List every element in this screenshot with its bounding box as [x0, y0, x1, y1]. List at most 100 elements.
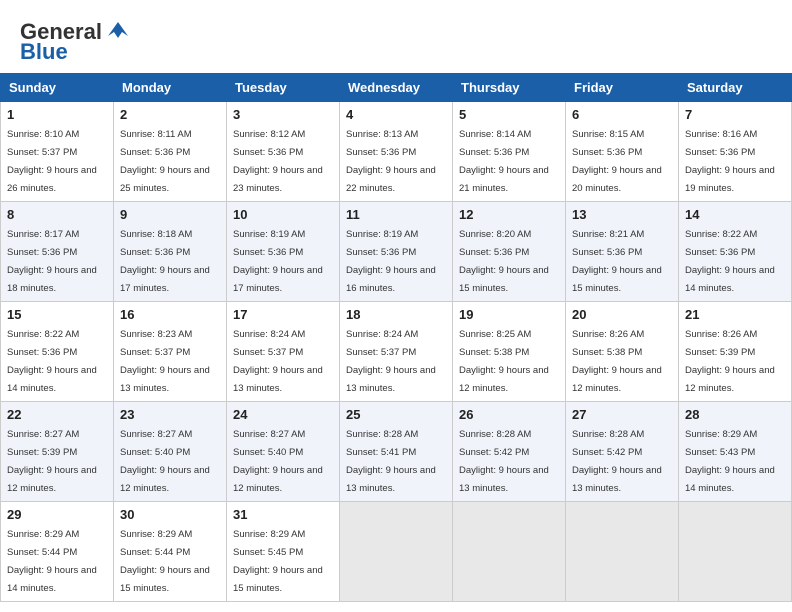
calendar-cell: 8 Sunrise: 8:17 AMSunset: 5:36 PMDayligh…: [1, 202, 114, 302]
logo: General Blue: [20, 18, 132, 65]
day-number: 4: [346, 107, 446, 122]
calendar-header-saturday: Saturday: [679, 74, 792, 102]
calendar-header-sunday: Sunday: [1, 74, 114, 102]
calendar-week-2: 8 Sunrise: 8:17 AMSunset: 5:36 PMDayligh…: [1, 202, 792, 302]
logo-bird-icon: [104, 18, 132, 40]
calendar-cell: 2 Sunrise: 8:11 AMSunset: 5:36 PMDayligh…: [114, 102, 227, 202]
calendar-week-4: 22 Sunrise: 8:27 AMSunset: 5:39 PMDaylig…: [1, 402, 792, 502]
day-info: Sunrise: 8:16 AMSunset: 5:36 PMDaylight:…: [685, 129, 775, 194]
day-info: Sunrise: 8:20 AMSunset: 5:36 PMDaylight:…: [459, 229, 549, 294]
calendar-cell: 1 Sunrise: 8:10 AMSunset: 5:37 PMDayligh…: [1, 102, 114, 202]
day-number: 20: [572, 307, 672, 322]
day-number: 9: [120, 207, 220, 222]
day-number: 31: [233, 507, 333, 522]
day-info: Sunrise: 8:22 AMSunset: 5:36 PMDaylight:…: [7, 329, 97, 394]
calendar-week-5: 29 Sunrise: 8:29 AMSunset: 5:44 PMDaylig…: [1, 502, 792, 602]
calendar-cell: 15 Sunrise: 8:22 AMSunset: 5:36 PMDaylig…: [1, 302, 114, 402]
calendar-cell: 20 Sunrise: 8:26 AMSunset: 5:38 PMDaylig…: [566, 302, 679, 402]
day-info: Sunrise: 8:17 AMSunset: 5:36 PMDaylight:…: [7, 229, 97, 294]
day-number: 7: [685, 107, 785, 122]
calendar-cell: [340, 502, 453, 602]
calendar-cell: 14 Sunrise: 8:22 AMSunset: 5:36 PMDaylig…: [679, 202, 792, 302]
day-info: Sunrise: 8:23 AMSunset: 5:37 PMDaylight:…: [120, 329, 210, 394]
calendar-header-monday: Monday: [114, 74, 227, 102]
day-info: Sunrise: 8:27 AMSunset: 5:39 PMDaylight:…: [7, 429, 97, 494]
calendar-cell: 13 Sunrise: 8:21 AMSunset: 5:36 PMDaylig…: [566, 202, 679, 302]
day-info: Sunrise: 8:19 AMSunset: 5:36 PMDaylight:…: [233, 229, 323, 294]
day-info: Sunrise: 8:12 AMSunset: 5:36 PMDaylight:…: [233, 129, 323, 194]
calendar-table: SundayMondayTuesdayWednesdayThursdayFrid…: [0, 73, 792, 602]
day-info: Sunrise: 8:25 AMSunset: 5:38 PMDaylight:…: [459, 329, 549, 394]
calendar-header-thursday: Thursday: [453, 74, 566, 102]
day-info: Sunrise: 8:28 AMSunset: 5:41 PMDaylight:…: [346, 429, 436, 494]
day-info: Sunrise: 8:28 AMSunset: 5:42 PMDaylight:…: [459, 429, 549, 494]
calendar-cell: 23 Sunrise: 8:27 AMSunset: 5:40 PMDaylig…: [114, 402, 227, 502]
day-number: 10: [233, 207, 333, 222]
calendar-cell: 6 Sunrise: 8:15 AMSunset: 5:36 PMDayligh…: [566, 102, 679, 202]
day-number: 2: [120, 107, 220, 122]
day-number: 22: [7, 407, 107, 422]
day-info: Sunrise: 8:21 AMSunset: 5:36 PMDaylight:…: [572, 229, 662, 294]
calendar-cell: 27 Sunrise: 8:28 AMSunset: 5:42 PMDaylig…: [566, 402, 679, 502]
calendar-cell: 4 Sunrise: 8:13 AMSunset: 5:36 PMDayligh…: [340, 102, 453, 202]
calendar-cell: 26 Sunrise: 8:28 AMSunset: 5:42 PMDaylig…: [453, 402, 566, 502]
day-number: 12: [459, 207, 559, 222]
calendar-header-wednesday: Wednesday: [340, 74, 453, 102]
day-info: Sunrise: 8:29 AMSunset: 5:44 PMDaylight:…: [120, 529, 210, 594]
day-number: 16: [120, 307, 220, 322]
calendar-cell: 25 Sunrise: 8:28 AMSunset: 5:41 PMDaylig…: [340, 402, 453, 502]
calendar-cell: 9 Sunrise: 8:18 AMSunset: 5:36 PMDayligh…: [114, 202, 227, 302]
day-number: 25: [346, 407, 446, 422]
day-info: Sunrise: 8:15 AMSunset: 5:36 PMDaylight:…: [572, 129, 662, 194]
day-info: Sunrise: 8:18 AMSunset: 5:36 PMDaylight:…: [120, 229, 210, 294]
calendar-cell: 19 Sunrise: 8:25 AMSunset: 5:38 PMDaylig…: [453, 302, 566, 402]
day-number: 11: [346, 207, 446, 222]
calendar-cell: 31 Sunrise: 8:29 AMSunset: 5:45 PMDaylig…: [227, 502, 340, 602]
day-info: Sunrise: 8:27 AMSunset: 5:40 PMDaylight:…: [120, 429, 210, 494]
calendar-week-1: 1 Sunrise: 8:10 AMSunset: 5:37 PMDayligh…: [1, 102, 792, 202]
calendar-header-row: SundayMondayTuesdayWednesdayThursdayFrid…: [1, 74, 792, 102]
calendar-cell: [679, 502, 792, 602]
logo-blue: Blue: [20, 39, 68, 65]
calendar-cell: 24 Sunrise: 8:27 AMSunset: 5:40 PMDaylig…: [227, 402, 340, 502]
calendar-cell: 12 Sunrise: 8:20 AMSunset: 5:36 PMDaylig…: [453, 202, 566, 302]
day-number: 6: [572, 107, 672, 122]
calendar-cell: 16 Sunrise: 8:23 AMSunset: 5:37 PMDaylig…: [114, 302, 227, 402]
day-number: 30: [120, 507, 220, 522]
calendar-cell: 17 Sunrise: 8:24 AMSunset: 5:37 PMDaylig…: [227, 302, 340, 402]
day-number: 19: [459, 307, 559, 322]
day-info: Sunrise: 8:29 AMSunset: 5:45 PMDaylight:…: [233, 529, 323, 594]
day-number: 13: [572, 207, 672, 222]
calendar-cell: 11 Sunrise: 8:19 AMSunset: 5:36 PMDaylig…: [340, 202, 453, 302]
day-number: 24: [233, 407, 333, 422]
day-info: Sunrise: 8:10 AMSunset: 5:37 PMDaylight:…: [7, 129, 97, 194]
day-info: Sunrise: 8:11 AMSunset: 5:36 PMDaylight:…: [120, 129, 210, 194]
day-number: 29: [7, 507, 107, 522]
day-number: 1: [7, 107, 107, 122]
day-info: Sunrise: 8:24 AMSunset: 5:37 PMDaylight:…: [346, 329, 436, 394]
calendar-cell: 7 Sunrise: 8:16 AMSunset: 5:36 PMDayligh…: [679, 102, 792, 202]
day-info: Sunrise: 8:24 AMSunset: 5:37 PMDaylight:…: [233, 329, 323, 394]
calendar-cell: 29 Sunrise: 8:29 AMSunset: 5:44 PMDaylig…: [1, 502, 114, 602]
calendar-cell: 21 Sunrise: 8:26 AMSunset: 5:39 PMDaylig…: [679, 302, 792, 402]
day-number: 5: [459, 107, 559, 122]
day-info: Sunrise: 8:26 AMSunset: 5:38 PMDaylight:…: [572, 329, 662, 394]
calendar-cell: 30 Sunrise: 8:29 AMSunset: 5:44 PMDaylig…: [114, 502, 227, 602]
day-number: 23: [120, 407, 220, 422]
day-info: Sunrise: 8:29 AMSunset: 5:44 PMDaylight:…: [7, 529, 97, 594]
day-number: 26: [459, 407, 559, 422]
calendar-cell: 3 Sunrise: 8:12 AMSunset: 5:36 PMDayligh…: [227, 102, 340, 202]
day-info: Sunrise: 8:13 AMSunset: 5:36 PMDaylight:…: [346, 129, 436, 194]
day-number: 18: [346, 307, 446, 322]
page-header: General Blue: [0, 0, 792, 73]
calendar-cell: 22 Sunrise: 8:27 AMSunset: 5:39 PMDaylig…: [1, 402, 114, 502]
day-info: Sunrise: 8:14 AMSunset: 5:36 PMDaylight:…: [459, 129, 549, 194]
calendar-header-tuesday: Tuesday: [227, 74, 340, 102]
calendar-cell: 5 Sunrise: 8:14 AMSunset: 5:36 PMDayligh…: [453, 102, 566, 202]
calendar-cell: 10 Sunrise: 8:19 AMSunset: 5:36 PMDaylig…: [227, 202, 340, 302]
day-number: 15: [7, 307, 107, 322]
calendar-body: 1 Sunrise: 8:10 AMSunset: 5:37 PMDayligh…: [1, 102, 792, 602]
day-number: 28: [685, 407, 785, 422]
day-info: Sunrise: 8:19 AMSunset: 5:36 PMDaylight:…: [346, 229, 436, 294]
day-info: Sunrise: 8:27 AMSunset: 5:40 PMDaylight:…: [233, 429, 323, 494]
